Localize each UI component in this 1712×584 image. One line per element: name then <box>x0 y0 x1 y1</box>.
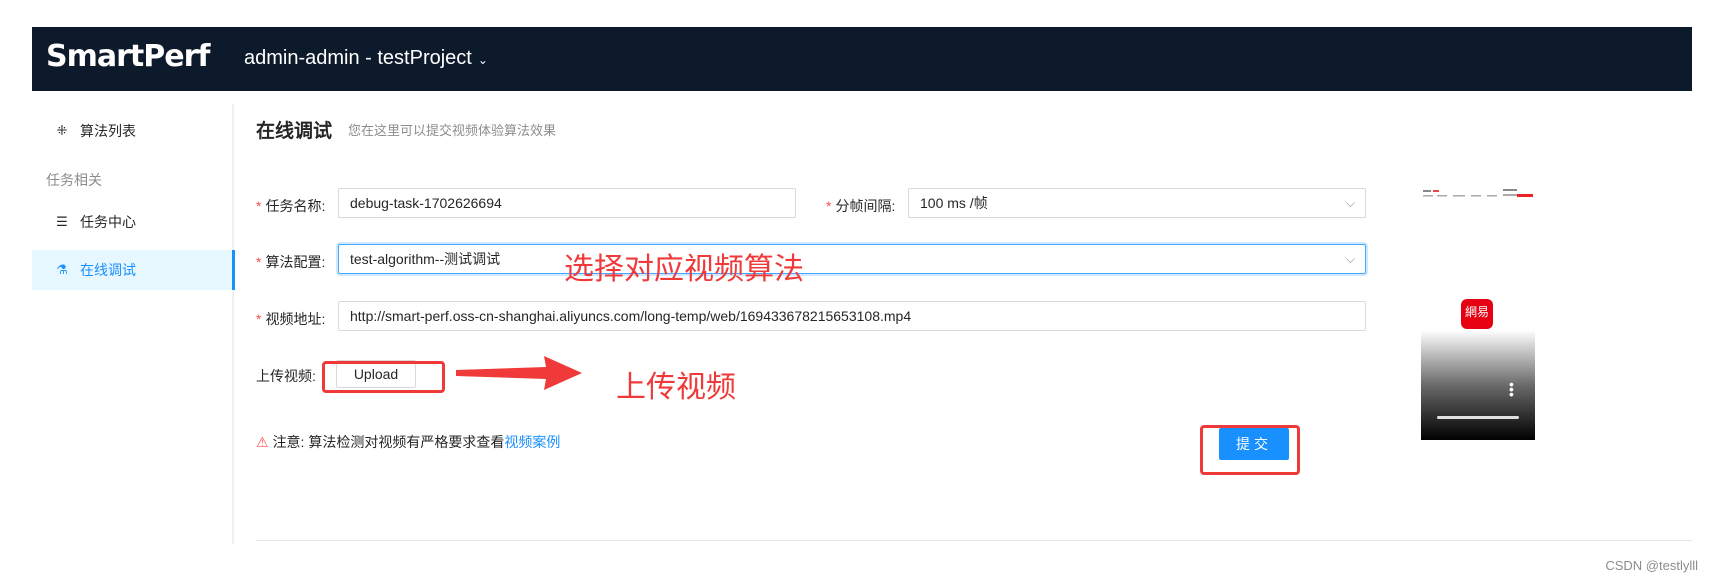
preview-status-bar <box>1423 189 1533 197</box>
flask-icon: ⚗ <box>56 262 68 277</box>
video-url-input[interactable]: http://smart-perf.oss-cn-shanghai.aliyun… <box>338 301 1366 331</box>
page-title: 在线调试 <box>256 121 333 142</box>
warning-icon: ⚠ <box>256 434 269 450</box>
algorithm-label: * 算法配置: <box>256 254 326 270</box>
page-subtitle: 您在这里可以提交视频体验算法效果 <box>348 123 557 138</box>
video-example-link[interactable]: 视频案例 <box>504 434 560 450</box>
netease-logo: 網易 <box>1461 299 1493 329</box>
grid-icon: ⁜ <box>56 123 68 138</box>
sidebar-item-algorithm-list[interactable]: ⁜ 算法列表 <box>32 111 232 151</box>
note-text: ⚠ 注意: 算法检测对视频有严格要求查看视频案例 <box>256 434 561 450</box>
content-divider <box>256 540 1692 541</box>
list-icon: ☰ <box>56 214 68 229</box>
required-mark: * <box>256 311 262 327</box>
sidebar-item-task-center[interactable]: ☰ 任务中心 <box>32 202 232 242</box>
upload-hint-annotation: 上传视频 <box>616 371 736 404</box>
upload-highlight-box <box>322 361 445 393</box>
preview-progress-bar[interactable] <box>1437 416 1519 419</box>
project-name: admin-admin - testProject <box>244 47 472 69</box>
required-mark: * <box>256 198 262 214</box>
top-header: SmartPerf admin-admin - testProject ⌄ <box>32 27 1692 91</box>
select-hint-annotation: 选择对应视频算法 <box>564 253 804 286</box>
video-url-label: * 视频地址: <box>256 311 326 327</box>
chevron-down-icon: ⌄ <box>477 53 488 67</box>
upload-label: 上传视频: <box>256 368 316 384</box>
arrow-right-icon <box>456 356 582 390</box>
sidebar-item-label: 在线调试 <box>80 262 136 278</box>
sidebar: ⁜ 算法列表 任务相关 ☰ 任务中心 ⚗ 在线调试 <box>32 104 235 544</box>
video-preview[interactable]: 網易 • • • <box>1421 188 1535 440</box>
more-vertical-icon[interactable]: • • • <box>1509 377 1514 401</box>
sidebar-item-online-debug[interactable]: ⚗ 在线调试 <box>32 250 235 290</box>
algorithm-select[interactable]: test-algorithm--测试调试 ⌵ <box>338 244 1366 274</box>
submit-highlight-box <box>1200 425 1300 475</box>
app-logo[interactable]: SmartPerf <box>46 39 210 74</box>
task-name-input[interactable]: debug-task-1702626694 <box>338 188 796 218</box>
project-switcher[interactable]: admin-admin - testProject ⌄ <box>244 47 488 70</box>
interval-label: * 分帧间隔: <box>826 198 896 214</box>
preview-video-frame <box>1421 330 1535 440</box>
chevron-down-icon: ⌵ <box>1345 196 1355 210</box>
required-mark: * <box>826 198 832 214</box>
algorithm-value: test-algorithm--测试调试 <box>350 251 501 267</box>
sidebar-group-label: 任务相关 <box>46 172 102 188</box>
chevron-down-icon: ⌵ <box>1345 252 1355 266</box>
interval-select[interactable]: 100 ms /帧 ⌵ <box>908 188 1366 218</box>
watermark: CSDN @testlylll <box>1605 558 1698 573</box>
task-name-label: * 任务名称: <box>256 198 326 214</box>
interval-value: 100 ms /帧 <box>920 195 988 211</box>
required-mark: * <box>256 254 262 270</box>
sidebar-item-label: 任务中心 <box>80 214 136 230</box>
sidebar-item-label: 算法列表 <box>80 123 136 139</box>
